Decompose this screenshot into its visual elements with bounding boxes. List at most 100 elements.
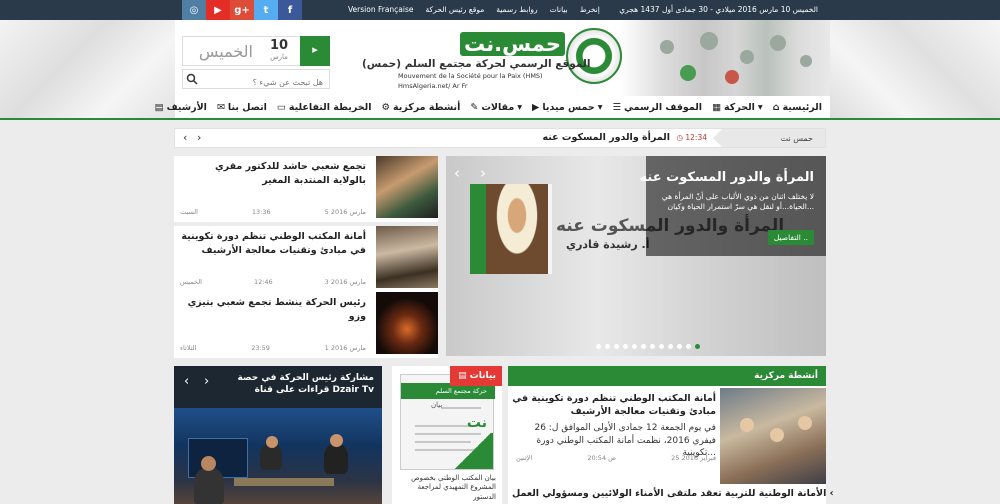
date-day-name: الخميس [198,41,253,61]
slide-image-name: أ. رشيدة قادري [566,238,650,251]
top-link-official-links[interactable]: روابط رسمية [496,5,537,14]
slider-dot[interactable] [659,344,664,349]
nav-movement-label: الحركة [724,101,755,113]
news-thumbnail[interactable] [376,156,438,218]
news-meta: 1 مارس 2016 23:59 الثلاثاء [180,344,366,352]
video-title[interactable]: مشاركة رئيس الحركة في حصة قراءات على قنا… [234,372,374,396]
video-next-icon[interactable]: › [204,374,209,389]
news-title[interactable]: رئيس الحركة ينشط تجمع شعبي بتيزي وزو [180,296,366,324]
nav-archive-label: الأرشيف [166,101,207,113]
slider-dot[interactable] [650,344,655,349]
top-link-president-site[interactable]: موقع رئيس الحركة [426,5,485,14]
news-ticker: حمس نت ◷ 12:34 المرأة والدور المسكوت عنه… [174,128,826,148]
nav-central-activities[interactable]: ⚙ أنشطة مركزية [381,102,460,113]
slider-dot[interactable] [677,344,682,349]
slide-portrait-image [486,184,548,274]
party-logo[interactable] [566,28,622,84]
nav-contact[interactable]: ✉ اتصل بنا [217,102,267,113]
activity-next-title[interactable]: الأمانة الوطنية للتربية تعقد ملتقى الأمن… [512,488,826,499]
googleplus-icon[interactable]: g+ [230,0,254,20]
book-icon: ▤ [154,101,164,113]
date-day-number-box: 10 مارس [259,37,299,65]
monitor-icon: ▭ [276,101,286,113]
caret-down-icon: ▾ [517,101,523,113]
search-input[interactable] [199,73,327,92]
statements-panel[interactable]: حركة مجتمع السلم نت بيان ▤ بيانات بيان ا… [392,366,502,504]
chevron-left-icon: ‹ [829,488,834,499]
nav-archive[interactable]: ▤ الأرشيف [155,102,207,113]
envelope-icon: ✉ [216,101,225,113]
video-prev-icon[interactable]: ‹ [184,374,189,389]
nav-interactive-map[interactable]: ▭ الخريطة التفاعلية [277,102,372,113]
news-time: 23:59 [251,344,270,352]
news-thumbnail[interactable] [376,292,438,354]
top-link-version-francaise[interactable]: Version Française [348,5,414,14]
pencil-icon: ✎ [470,101,479,113]
list-item[interactable]: تجمع شعبي حاشد للدكتور مقري بالولاية الم… [174,156,438,222]
activity-title[interactable]: أمانة المكتب الوطني تنظم دورة تكوينية في… [512,392,716,419]
site-french-name: Mouvement de la Société pour la Paix (HM… [398,72,543,80]
news-title[interactable]: تجمع شعبي حاشد للدكتور مقري بالولاية الم… [180,160,366,188]
top-date: الخميس 10 مارس 2016 ميلادي - 30 جمادى أو… [619,5,818,14]
nav-movement[interactable]: ▦ الحركة ▾ [712,102,763,113]
video-panel[interactable]: مشاركة رئيس الحركة في حصة قراءات على قنا… [174,366,382,504]
slider-dot[interactable] [641,344,646,349]
statement-doc-word: بيان [431,401,443,409]
list-item[interactable]: أمانة المكتب الوطني تنظم دورة تكوينية في… [174,226,438,292]
nav-hms-media-label: حمس ميديا [542,101,595,113]
news-day: السبت [180,208,198,216]
top-link-join[interactable]: إنخرط [580,5,600,14]
slider-next-icon[interactable]: › [480,164,486,182]
slider-dot[interactable] [605,344,610,349]
slider-dot[interactable] [695,344,700,349]
statement-caption[interactable]: بيان المكتب الوطني بخصوص المشروع التمهيد… [396,474,496,502]
activity-image[interactable] [720,388,826,484]
slide-title[interactable]: المرأة والدور المسكوت عنه [640,170,814,185]
slider-dot[interactable] [686,344,691,349]
ticker-headline[interactable]: المرأة والدور المسكوت عنه [543,132,671,143]
twitter-icon[interactable]: t [254,0,278,20]
news-thumbnail[interactable] [376,226,438,288]
news-time: 12:46 [253,278,273,286]
nav-underline [0,118,1000,120]
header-pattern-left [0,20,175,120]
statements-header[interactable]: ▤ بيانات [450,366,502,386]
slider-prev-icon[interactable]: ‹ [454,164,460,182]
slide-more-button[interactable]: التفاصيل .. [767,230,814,245]
facebook-icon[interactable]: f [278,0,302,20]
nav-articles[interactable]: ✎ مقالات ▾ [470,102,522,113]
search-box [182,69,330,92]
date-month: مارس [270,53,288,61]
slider-dot[interactable] [632,344,637,349]
search-icon[interactable] [186,73,198,85]
nav-official-position[interactable]: ☰ الموقف الرسمي [612,102,702,113]
news-date: 5 مارس 2016 [324,208,366,216]
activity-next-item[interactable]: الأمانة الوطنية للتربية تعقد ملتقى الأمن… [512,488,834,499]
nav-contact-label: اتصل بنا [227,101,267,113]
list-icon: ☰ [612,101,622,113]
nav-hms-media[interactable]: ▶ حمس ميديا ▾ [532,102,602,113]
youtube-icon[interactable]: ▶ [206,0,230,20]
featured-slider[interactable]: المرأة والدور المسكوت عنه أ. رشيدة قادري… [446,156,826,356]
news-title[interactable]: أمانة المكتب الوطني تنظم دورة تكوينية في… [180,230,366,258]
slider-dot[interactable] [596,344,601,349]
slider-dot[interactable] [668,344,673,349]
video-thumbnail[interactable] [174,408,382,504]
slider-dot[interactable] [623,344,628,349]
site-logo-text[interactable]: حمس.نت [460,32,565,56]
nav-home[interactable]: ⌂ الرئيسية [773,102,822,113]
statement-image[interactable]: حركة مجتمع السلم نت بيان [400,374,495,470]
news-time: 13:36 [251,208,271,216]
slide-overlay: المرأة والدور المسكوت عنه لا يختلف اثنان… [640,156,826,256]
social-links: ◎ ▶ g+ t f [182,0,302,20]
nav-home-label: الرئيسية [782,101,822,113]
slider-dot[interactable] [614,344,619,349]
activities-header[interactable]: أنشطة مركزية [508,366,826,386]
site-subtitle: الموقع الرسمي لحركة مجتمع السلم (حمس) [362,58,591,70]
top-links: Version Française موقع رئيس الحركة روابط… [348,5,600,14]
top-link-statements[interactable]: بيانات [550,5,568,14]
list-item[interactable]: رئيس الحركة ينشط تجمع شعبي بتيزي وزو 1 م… [174,292,438,358]
ticker-prev-icon[interactable]: ‹ [183,131,187,144]
instagram-icon[interactable]: ◎ [182,0,206,20]
ticker-next-icon[interactable]: › [197,131,201,144]
